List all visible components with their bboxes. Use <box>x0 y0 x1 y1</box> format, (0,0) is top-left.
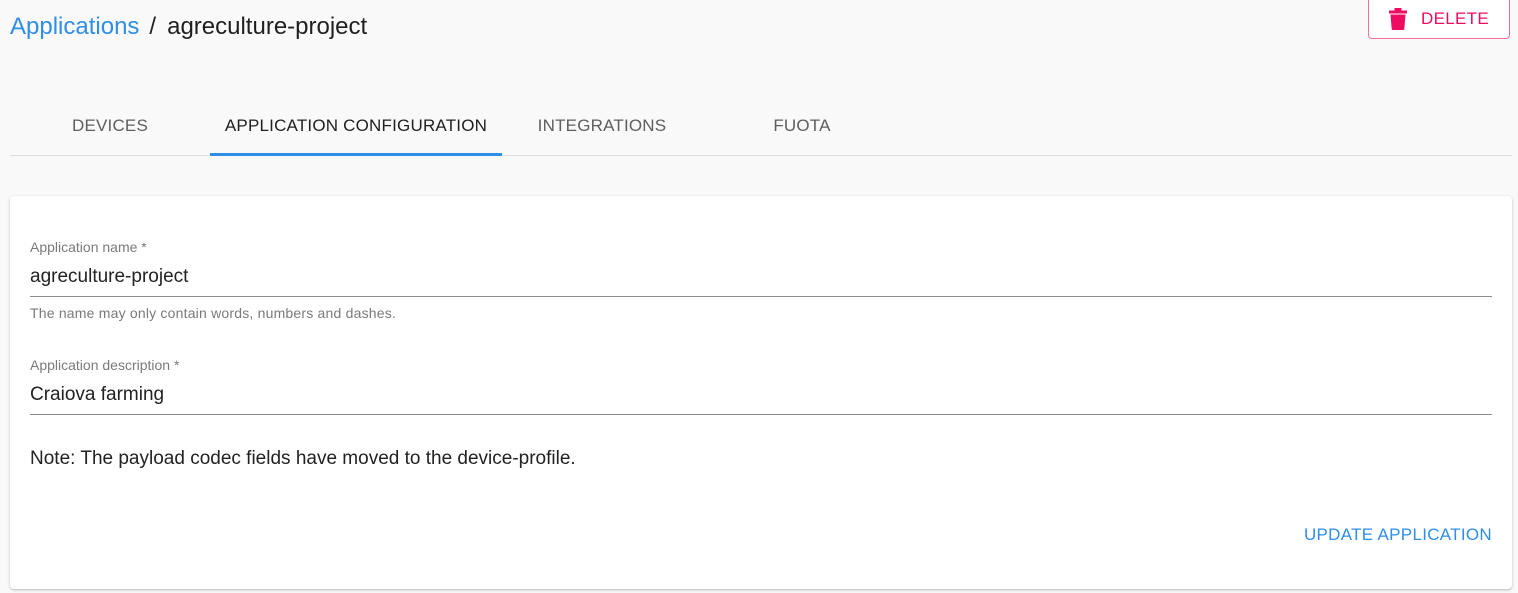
trash-icon <box>1389 8 1408 30</box>
application-name-input[interactable] <box>30 256 1492 297</box>
application-name-helper: The name may only contain words, numbers… <box>30 305 397 321</box>
application-name-field: Application name * The name may only con… <box>30 238 1492 321</box>
application-name-label: Application name * <box>30 239 147 255</box>
application-config-card: Application name * The name may only con… <box>10 196 1512 589</box>
update-application-button[interactable]: UPDATE APPLICATION <box>1284 517 1492 553</box>
application-description-input[interactable] <box>30 374 1492 415</box>
delete-button-label: DELETE <box>1421 9 1489 28</box>
delete-button[interactable]: DELETE <box>1368 0 1510 39</box>
application-page: Applications / agreculture-project DELETE … <box>0 0 1518 593</box>
tab-label: APPLICATION CONFIGURATION <box>224 115 488 135</box>
tab-label: FUOTA <box>773 115 831 135</box>
breadcrumb: Applications / agreculture-project <box>10 12 367 42</box>
breadcrumb-separator: / <box>149 13 157 40</box>
tab-label: DEVICES <box>71 115 149 135</box>
tab-application-configuration[interactable]: APPLICATION CONFIGURATION <box>210 96 502 156</box>
tab-label: INTEGRATIONS <box>537 115 667 135</box>
page-title: agreculture-project <box>167 13 368 40</box>
tab-integrations[interactable]: INTEGRATIONS <box>502 96 702 155</box>
application-description-label: Application description * <box>30 357 180 373</box>
tab-bar: DEVICES APPLICATION CONFIGURATION INTEGR… <box>10 96 1512 156</box>
payload-codec-note: Note: The payload codec fields have move… <box>30 448 576 469</box>
tab-devices[interactable]: DEVICES <box>10 96 210 155</box>
breadcrumb-applications-link[interactable]: Applications <box>10 13 139 40</box>
tab-fuota[interactable]: FUOTA <box>702 96 902 155</box>
application-description-field: Application description * <box>30 356 1492 415</box>
